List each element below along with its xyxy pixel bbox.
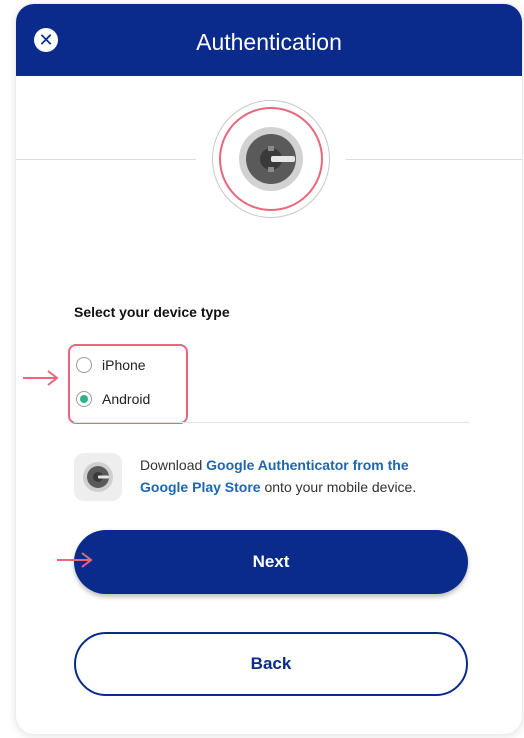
radio-selected-icon[interactable] bbox=[76, 391, 92, 407]
next-button[interactable]: Next bbox=[74, 530, 468, 594]
dialog-title: Authentication bbox=[196, 29, 342, 55]
annotation-arrow-icon bbox=[57, 552, 93, 568]
download-instructions: Download Google Authenticator from the G… bbox=[140, 454, 460, 498]
device-type-label: Select your device type bbox=[74, 304, 230, 320]
logo-divider-left bbox=[16, 159, 196, 160]
dialog-header: ✕ Authentication bbox=[16, 4, 522, 76]
authentication-dialog: ✕ Authentication Select your device type… bbox=[16, 4, 522, 734]
back-button[interactable]: Back bbox=[74, 632, 468, 696]
logo-divider-right bbox=[346, 159, 522, 160]
download-prefix: Download bbox=[140, 457, 207, 473]
google-authenticator-logo-icon bbox=[212, 100, 330, 218]
download-suffix: onto your mobile device. bbox=[260, 479, 417, 495]
radio-android-label: Android bbox=[102, 391, 151, 407]
radio-iphone[interactable]: iPhone bbox=[76, 352, 146, 378]
radio-android[interactable]: Android bbox=[76, 386, 150, 412]
google-authenticator-link[interactable]: Google Authenticator from the bbox=[206, 457, 408, 473]
section-divider bbox=[74, 422, 470, 423]
google-play-store-link[interactable]: Google Play Store bbox=[140, 479, 261, 495]
radio-iphone-label: iPhone bbox=[102, 357, 146, 373]
radio-unselected-icon[interactable] bbox=[76, 357, 92, 373]
annotation-arrow-icon bbox=[23, 370, 59, 386]
authenticator-app-icon bbox=[74, 453, 122, 501]
